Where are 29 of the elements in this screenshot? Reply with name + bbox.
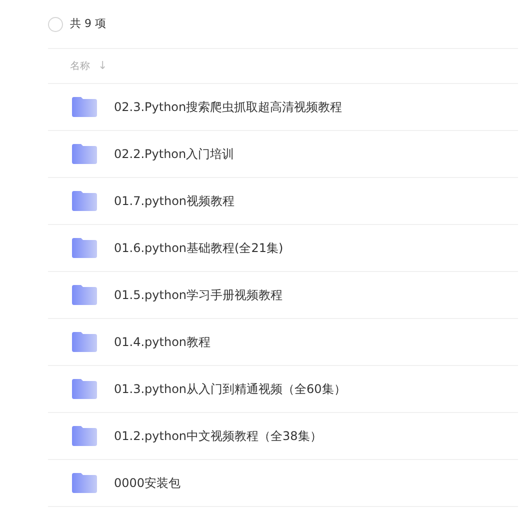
- file-row[interactable]: 01.2.python中文视频教程（全38集）: [48, 413, 518, 460]
- file-row[interactable]: 01.4.python教程: [48, 319, 518, 366]
- folder-icon: [72, 426, 97, 446]
- file-row[interactable]: 02.2.Python入门培训: [48, 131, 518, 178]
- folder-name: 01.6.python基础教程(全21集): [114, 240, 284, 257]
- folder-name: 01.4.python教程: [114, 334, 211, 351]
- folder-name: 01.5.python学习手册视频教程: [114, 287, 283, 304]
- file-row[interactable]: 01.3.python从入门到精通视频（全60集）: [48, 366, 518, 413]
- folder-name: 01.7.python视频教程: [114, 193, 235, 210]
- folder-name: 01.3.python从入门到精通视频（全60集）: [114, 381, 346, 398]
- folder-icon: [72, 473, 97, 493]
- item-count: 共 9 项: [70, 16, 106, 32]
- folder-icon: [72, 238, 97, 258]
- folder-name: 02.2.Python入门培训: [114, 146, 234, 163]
- folder-name: 0000安装包: [114, 475, 181, 492]
- file-row[interactable]: 01.7.python视频教程: [48, 178, 518, 225]
- folder-name: 01.2.python中文视频教程（全38集）: [114, 428, 322, 445]
- folder-name: 02.3.Python搜索爬虫抓取超高清视频教程: [114, 99, 342, 116]
- folder-icon: [72, 97, 97, 117]
- folder-icon: [72, 191, 97, 211]
- folder-icon: [72, 332, 97, 352]
- file-row[interactable]: 01.5.python学习手册视频教程: [48, 272, 518, 319]
- file-row[interactable]: 01.6.python基础教程(全21集): [48, 225, 518, 272]
- folder-icon: [72, 285, 97, 305]
- file-row[interactable]: 02.3.Python搜索爬虫抓取超高清视频教程: [48, 84, 518, 131]
- folder-icon: [72, 379, 97, 399]
- file-row[interactable]: 0000安装包: [48, 460, 518, 507]
- select-all-checkbox[interactable]: [48, 16, 63, 32]
- folder-icon: [72, 144, 97, 164]
